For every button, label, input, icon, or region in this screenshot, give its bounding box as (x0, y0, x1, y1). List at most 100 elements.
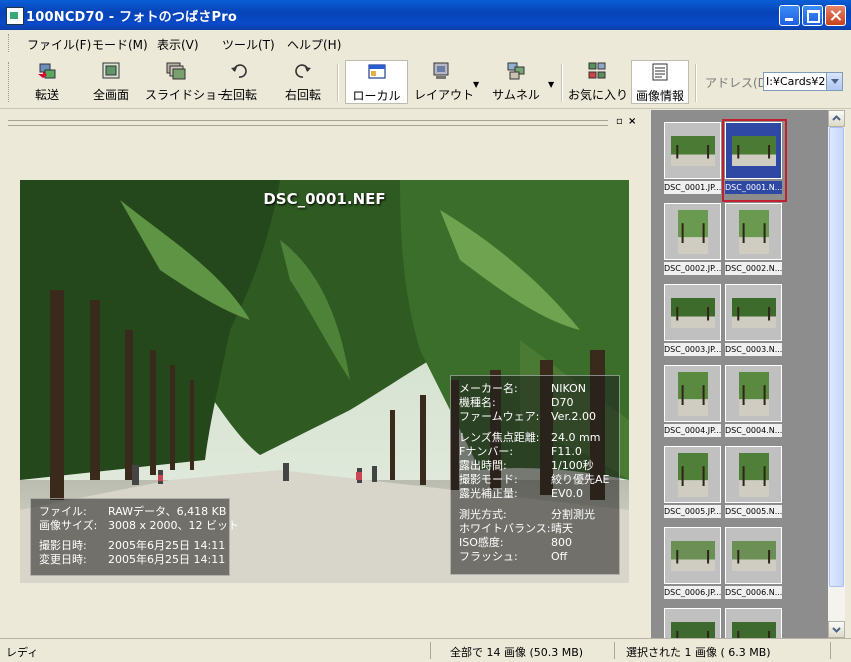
menu-tools[interactable]: ツール(T) (222, 36, 275, 53)
exif-model-key: 機種名: (459, 396, 496, 409)
toolbar-separator (561, 64, 563, 102)
thumbnail-item[interactable] (725, 608, 782, 638)
thumbnail-image (732, 541, 776, 571)
minimize-button[interactable] (779, 5, 800, 26)
exif-fnumber-value: F11.0 (551, 445, 582, 458)
status-divider (614, 642, 615, 659)
thumbnail-item[interactable]: DSC_0006.N... (725, 527, 782, 603)
exif-focal-value: 24.0 mm (551, 431, 601, 444)
image-info-icon (650, 63, 670, 81)
exif-wb-key: ホワイトバランス: (459, 522, 551, 535)
thumbnail-frame (725, 365, 782, 422)
title-bar[interactable]: 100NCD70 - フォトのつばさPro (0, 0, 851, 30)
chevron-up-icon (832, 115, 841, 121)
exif-iso-value: 800 (551, 536, 572, 549)
thumbnail-label: DSC_0004.JP... (664, 424, 721, 437)
thumbnail-button[interactable]: サムネル (489, 60, 543, 104)
maximize-button[interactable] (802, 5, 823, 26)
close-button[interactable] (825, 5, 846, 26)
scroll-thumb[interactable] (829, 127, 844, 587)
image-info-label: 画像情報 (635, 89, 684, 103)
rotate-right-icon (293, 62, 313, 80)
status-total: 全部で 14 画像 (50.3 MB) (450, 646, 584, 659)
menu-file[interactable]: ファイル(F) (27, 36, 91, 53)
menu-bar: ファイル(F) モード(M) 表示(V) ツール(T) ヘルプ(H) (0, 30, 851, 57)
thumbnail-item[interactable]: DSC_0004.JP... (664, 365, 721, 441)
thumbnail-item[interactable]: DSC_0001.JP... (664, 122, 721, 198)
address-dropdown-button[interactable] (826, 72, 843, 91)
thumbnail-item[interactable]: DSC_0002.JP... (664, 203, 721, 279)
thumbnail-label: DSC_0001.JP... (664, 181, 721, 194)
info-file-value: RAWデータ、6,418 KB (108, 505, 227, 518)
thumbnail-item[interactable]: DSC_0001.N... (722, 119, 787, 202)
local-folder-icon (367, 63, 387, 81)
menu-grip[interactable] (8, 34, 12, 52)
info-file-key: ファイル: (39, 505, 87, 518)
local-button[interactable]: ローカル (345, 60, 408, 104)
info-modified-value: 2005年6月25日 14:11 (108, 553, 226, 566)
exif-focal-key: レンズ焦点距離: (459, 431, 540, 444)
address-field[interactable]: I:¥Cards¥20 (763, 72, 827, 91)
app-window: 100NCD70 - フォトのつばさPro ファイル(F) モード(M) 表示(… (0, 0, 851, 662)
app-icon[interactable] (6, 7, 24, 25)
image-info-button[interactable]: 画像情報 (631, 60, 689, 104)
thumbnail-label: サムネル (492, 88, 540, 102)
toolbar-grip[interactable] (8, 62, 12, 102)
favorites-icon (587, 62, 607, 80)
slideshow-button[interactable]: スライドショー (145, 60, 229, 104)
status-ready: レディ (6, 646, 39, 659)
thumbnail-item[interactable] (664, 608, 721, 638)
thumbnail-item[interactable]: DSC_0006.JP... (664, 527, 721, 603)
thumbnail-label: DSC_0005.JP... (664, 505, 721, 518)
rotate-right-button[interactable]: 右回転 (278, 60, 328, 104)
menu-mode[interactable]: モード(M) (92, 36, 148, 53)
exif-ev-key: 露光補正量: (459, 487, 518, 500)
exif-metering-value: 分割測光 (551, 508, 595, 521)
exif-model-value: D70 (551, 396, 574, 409)
thumbnail-item[interactable]: DSC_0002.N... (725, 203, 782, 279)
layout-button[interactable]: レイアウト (414, 60, 474, 104)
menu-help[interactable]: ヘルプ(H) (287, 36, 341, 53)
exif-flash-value: Off (551, 550, 568, 563)
favorites-button[interactable]: お気に入り (568, 60, 628, 104)
fullscreen-button[interactable]: 全画面 (84, 60, 138, 104)
thumbnail-item[interactable]: DSC_0004.N... (725, 365, 782, 441)
thumbnail-item[interactable]: DSC_0003.N... (725, 284, 782, 360)
menu-view[interactable]: 表示(V) (157, 36, 199, 53)
thumbnail-image (732, 298, 776, 328)
scroll-down-button[interactable] (828, 621, 845, 638)
fullscreen-icon (101, 62, 121, 80)
status-divider (830, 642, 831, 659)
exif-info-box: メーカー名: NIKON 機種名: D70 ファームウェア: Ver.2.00 … (450, 375, 620, 575)
slideshow-icon (166, 62, 186, 80)
thumbnail-item[interactable]: DSC_0005.JP... (664, 446, 721, 522)
scroll-track[interactable] (828, 127, 845, 621)
scroll-up-button[interactable] (828, 110, 845, 127)
thumbnail-dropdown-arrow[interactable]: ▼ (548, 80, 554, 89)
thumbnail-frame (725, 203, 782, 260)
thumbnail-label: DSC_0005.N... (725, 505, 782, 518)
layout-icon (431, 62, 451, 80)
pane-close-button[interactable]: × (628, 116, 636, 127)
chevron-down-icon (832, 627, 841, 633)
thumbnail-item[interactable]: DSC_0005.N... (725, 446, 782, 522)
exif-iso-key: ISO感度: (459, 536, 504, 549)
exif-wb-value: 晴天 (551, 522, 573, 535)
thumbnail-frame (725, 527, 782, 584)
layout-dropdown-arrow[interactable]: ▼ (473, 80, 479, 89)
thumbnail-item[interactable]: DSC_0003.JP... (664, 284, 721, 360)
pane-restore-button[interactable]: ▫ (616, 116, 623, 127)
thumbnail-frame (664, 365, 721, 422)
thumbnail-panel: DSC_0001.JP... DSC_0001.N... DSC_0002.JP..… (651, 110, 828, 638)
pane-header-bar (8, 120, 608, 126)
toolbar: 転送 全画面 スライドショー 左回転 右回転 ローカル レイアウト ▼ サムネル… (0, 56, 851, 109)
info-modified-key: 変更日時: (39, 553, 87, 566)
transfer-button[interactable]: 転送 (22, 60, 72, 104)
rotate-left-button[interactable]: 左回転 (214, 60, 264, 104)
photo-preview[interactable]: DSC_0001.NEF ファイル: RAWデータ、6,418 KB 画像サイズ… (20, 180, 629, 583)
transfer-label: 転送 (34, 88, 59, 102)
exif-fnumber-key: Fナンバー: (459, 445, 514, 458)
info-size-key: 画像サイズ: (39, 519, 98, 532)
thumbnail-scrollbar[interactable] (828, 110, 845, 638)
exif-mode-key: 撮影モード: (459, 473, 518, 486)
